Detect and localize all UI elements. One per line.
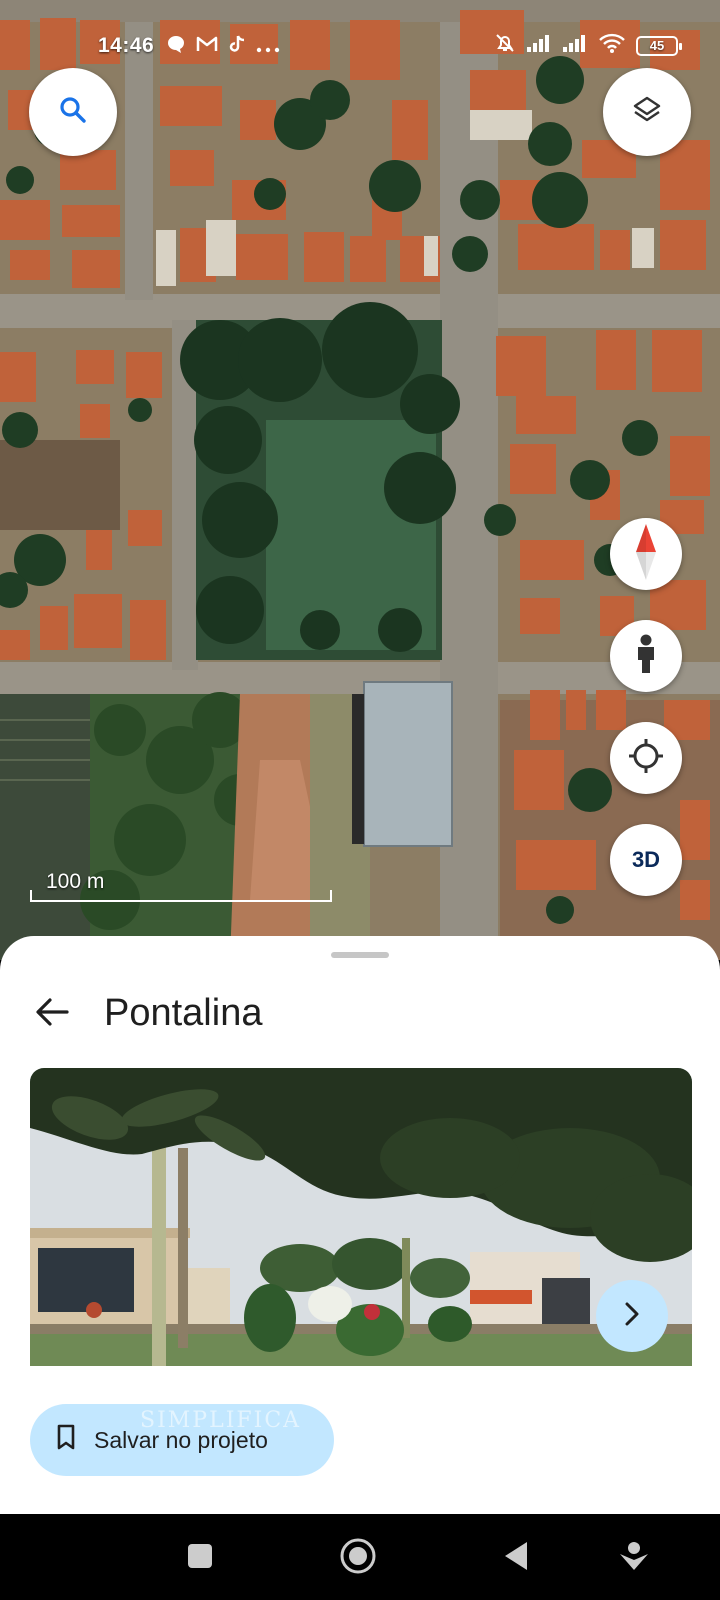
home-button[interactable]: [334, 1534, 382, 1582]
town-square-photo: [30, 1068, 692, 1366]
assistant-button[interactable]: [610, 1534, 658, 1582]
battery-indicator: 45: [636, 36, 682, 56]
3d-button[interactable]: 3D: [610, 824, 682, 896]
system-icons: 45: [494, 32, 682, 60]
signal-icon: [562, 33, 588, 59]
street-view-icon: [633, 634, 659, 679]
more-dots-icon: [256, 35, 280, 59]
satellite-map[interactable]: 14:46 45 3D 100 m: [0, 0, 720, 960]
bookmark-icon: [56, 1424, 76, 1456]
my-location-button[interactable]: [610, 722, 682, 794]
drag-handle[interactable]: [331, 952, 389, 958]
navigation-bar: [0, 1514, 720, 1600]
assistant-icon: [618, 1540, 650, 1577]
compass-icon: [634, 523, 658, 585]
place-bottom-sheet: Pontalina Salvar no projeto SIMPLIFICA: [0, 936, 720, 1514]
home-icon: [339, 1537, 377, 1580]
layers-icon: [631, 94, 663, 131]
compass-button[interactable]: [610, 518, 682, 590]
bell-off-icon: [494, 32, 516, 60]
signal-icon: [526, 33, 552, 59]
tiktok-icon: [228, 34, 246, 60]
chevron-right-icon: [622, 1301, 642, 1332]
search-icon: [58, 95, 88, 130]
back-nav-button[interactable]: [492, 1534, 540, 1582]
chat-bubble-icon: [166, 34, 186, 60]
status-time: 14:46: [98, 34, 155, 57]
notification-icons: [166, 34, 280, 60]
my-location-icon: [627, 737, 665, 780]
back-button[interactable]: [30, 992, 74, 1036]
recents-icon: [187, 1543, 213, 1574]
watermark: SIMPLIFICA: [140, 1408, 302, 1433]
place-photo[interactable]: [30, 1068, 692, 1366]
photo-next-button[interactable]: [596, 1280, 668, 1352]
layers-button[interactable]: [603, 68, 691, 156]
recents-button[interactable]: [176, 1534, 224, 1582]
map-scale: 100 m: [30, 870, 332, 904]
scale-bar: [30, 890, 332, 902]
back-icon: [503, 1541, 529, 1576]
arrow-left-icon: [35, 997, 69, 1032]
search-button[interactable]: [29, 68, 117, 156]
gmail-icon: [196, 35, 218, 59]
place-title: Pontalina: [104, 992, 263, 1034]
status-bar: 14:46 45: [0, 28, 720, 68]
street-view-button[interactable]: [610, 620, 682, 692]
satellite-imagery: [0, 0, 720, 960]
wifi-icon: [598, 32, 626, 60]
